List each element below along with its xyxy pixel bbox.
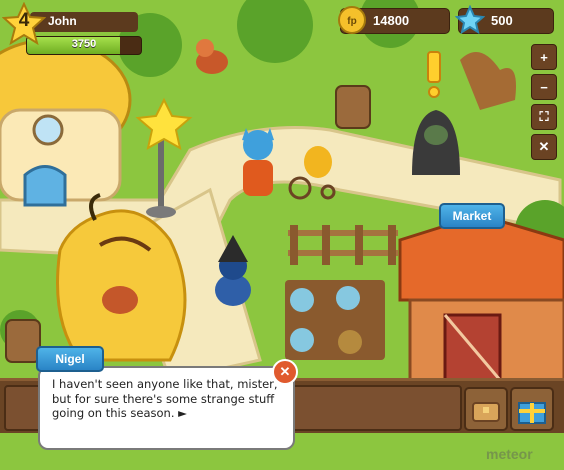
speaker-name: Nigel <box>36 346 104 372</box>
player-level: 4 <box>18 10 30 31</box>
chest-button[interactable] <box>464 387 508 431</box>
dialog-box: I haven't seen anyone like that, mister,… <box>38 366 295 450</box>
gift-icon <box>518 402 546 424</box>
map-toolbar: + − ⛶ ✕ <box>531 44 557 164</box>
gem-icon <box>455 5 485 35</box>
settings-icon[interactable]: ✕ <box>531 134 557 160</box>
fox-character[interactable] <box>242 128 274 196</box>
name-plate <box>30 12 138 32</box>
player-panel: John 3750 4 <box>2 2 142 60</box>
close-icon[interactable]: ✕ <box>272 359 298 385</box>
gems-value: 500 <box>491 13 513 28</box>
gems-counter[interactable]: 500 <box>455 5 554 35</box>
coin-icon: fp <box>338 6 366 34</box>
dialog-text: I haven't seen anyone like that, mister,… <box>52 377 278 420</box>
coins-value: 14800 <box>373 13 410 28</box>
coins-counter[interactable]: fp 14800 <box>338 6 450 34</box>
fullscreen-icon[interactable]: ⛶ <box>531 104 557 130</box>
crop-plots[interactable] <box>285 280 385 360</box>
watermark: meteor <box>486 446 533 462</box>
market-label[interactable]: Market <box>439 203 505 229</box>
coin-badge: fp <box>347 16 356 27</box>
zoom-in-icon[interactable]: + <box>531 44 557 70</box>
chest-icon <box>472 402 500 422</box>
yellow-house[interactable] <box>0 38 132 207</box>
gift-button[interactable] <box>510 387 554 431</box>
market-barn[interactable] <box>398 213 564 382</box>
player-name: John <box>48 14 77 28</box>
zoom-out-icon[interactable]: − <box>531 74 557 100</box>
